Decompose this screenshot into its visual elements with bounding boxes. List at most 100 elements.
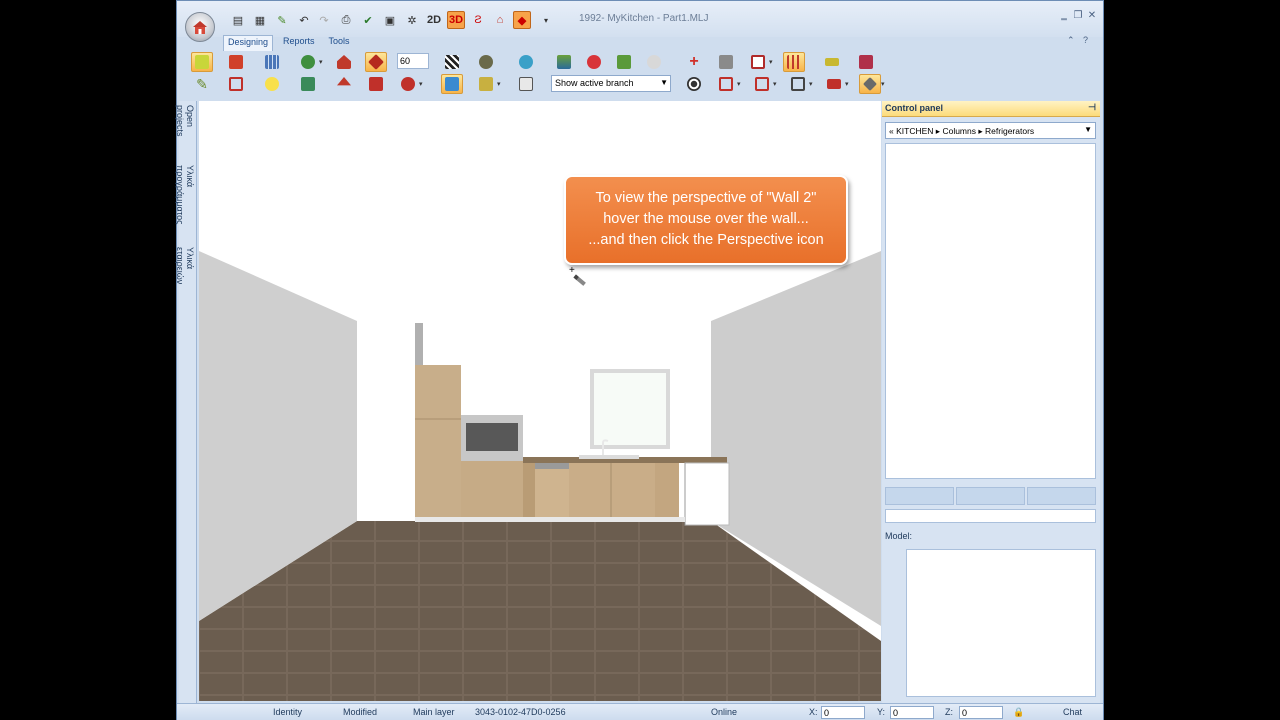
- house-icon[interactable]: ⌂: [491, 11, 509, 29]
- tall-cabinet[interactable]: [415, 365, 461, 519]
- 3d-viewport[interactable]: + To view the perspective of "Wall 2" ho…: [199, 101, 881, 701]
- perspective-quick-icon[interactable]: ◆: [513, 11, 531, 29]
- view-3d-button[interactable]: 3D: [447, 11, 465, 29]
- rail-tab-company-materials[interactable]: Υλικά εταιρειών: [175, 247, 195, 307]
- tag-dropdown-icon[interactable]: ▾: [881, 80, 885, 88]
- dimension-dropdown-icon[interactable]: ▾: [809, 80, 813, 88]
- breadcrumb-kitchen[interactable]: KITCHEN: [896, 126, 933, 136]
- refrigerator[interactable]: [684, 462, 730, 526]
- redo-icon[interactable]: ↷: [315, 11, 333, 29]
- room-tool-button[interactable]: [297, 52, 319, 72]
- new-file-icon[interactable]: ▤: [229, 11, 247, 29]
- application-menu-button[interactable]: [185, 12, 215, 42]
- layers-tool-button[interactable]: [553, 52, 575, 72]
- x-coordinate-field[interactable]: [821, 706, 865, 719]
- panel-tab-3[interactable]: [1027, 487, 1096, 505]
- search-tool-button[interactable]: [515, 52, 537, 72]
- close-icon[interactable]: ✕: [1085, 10, 1099, 21]
- panel-tab-1[interactable]: [885, 487, 954, 505]
- oven-base-cabinet[interactable]: [461, 461, 523, 519]
- perspective-button[interactable]: [365, 52, 387, 72]
- photo-tool-button[interactable]: [297, 74, 319, 94]
- print-icon[interactable]: ⎙: [337, 11, 355, 29]
- edit-file-icon[interactable]: ▦: [251, 11, 269, 29]
- restore-icon[interactable]: ❐: [1071, 10, 1085, 21]
- snap-grid-button[interactable]: [783, 52, 805, 72]
- camera-tool-button[interactable]: [441, 74, 463, 94]
- cabinet-dropdown-icon[interactable]: ▾: [497, 80, 501, 88]
- pin-icon[interactable]: ⊣: [1088, 102, 1096, 113]
- drawer-column[interactable]: [523, 463, 535, 519]
- view-2d-button[interactable]: 2D: [425, 11, 443, 29]
- tab-designing[interactable]: Designing: [223, 35, 274, 51]
- window-tool-button[interactable]: [751, 74, 773, 94]
- stairs-tool-button[interactable]: [823, 74, 845, 94]
- chevron-down-icon: ▼: [660, 78, 668, 87]
- sink-cabinet[interactable]: [569, 463, 655, 519]
- ruler-tool-button[interactable]: [821, 52, 843, 72]
- cube-tool-button[interactable]: [191, 52, 213, 72]
- tag-tool-button[interactable]: [859, 74, 881, 94]
- lock-icon[interactable]: 🔒: [1013, 707, 1024, 718]
- blocks-tool-button[interactable]: [225, 52, 247, 72]
- target-tool-button[interactable]: [683, 74, 705, 94]
- dimension-tool-button[interactable]: [787, 74, 809, 94]
- dishwasher-cabinet[interactable]: [535, 463, 569, 519]
- room-dropdown-icon[interactable]: ▾: [319, 58, 323, 66]
- rotate-dropdown-icon[interactable]: ▾: [419, 80, 423, 88]
- building-tool-button[interactable]: [715, 52, 737, 72]
- minimize-icon[interactable]: ‗: [1057, 10, 1071, 21]
- tab-tools[interactable]: Tools: [325, 35, 354, 51]
- chat-button[interactable]: Chat: [1063, 707, 1082, 717]
- house-tool-button[interactable]: [333, 52, 355, 72]
- panel-tab-2[interactable]: [956, 487, 1025, 505]
- tab-reports[interactable]: Reports: [279, 35, 319, 51]
- branch-select[interactable]: Show active branch ▼: [551, 75, 671, 92]
- window-dropdown-icon[interactable]: ▾: [773, 80, 777, 88]
- zoom-input[interactable]: [397, 53, 429, 69]
- clapper-tool-button[interactable]: [441, 52, 463, 72]
- clapperboard-icon[interactable]: ▣: [381, 11, 399, 29]
- breadcrumb-refrigerators[interactable]: Refrigerators: [985, 126, 1034, 136]
- catalog-tree[interactable]: [885, 143, 1096, 479]
- status-bar: Identity Modified Main layer 3043-0102-4…: [177, 703, 1103, 720]
- grid-tool-button[interactable]: [261, 52, 283, 72]
- door-dropdown-icon[interactable]: ▾: [737, 80, 741, 88]
- stairs-dropdown-icon[interactable]: ▾: [845, 80, 849, 88]
- draw-tool-button[interactable]: ✎: [191, 74, 213, 94]
- rail-tab-program-materials[interactable]: Υλικά προγράμματος: [175, 165, 195, 243]
- wall-tool-button[interactable]: [747, 52, 769, 72]
- box-tool-button[interactable]: [365, 74, 387, 94]
- material-tool-button[interactable]: [643, 52, 665, 72]
- customize-quick-access-icon[interactable]: ▾: [537, 11, 555, 29]
- help-icon[interactable]: ?: [1083, 35, 1088, 45]
- roof-tool-button[interactable]: [333, 74, 355, 94]
- rotate-tool-button[interactable]: [397, 74, 419, 94]
- chevron-down-icon[interactable]: ▼: [1084, 125, 1092, 134]
- add-tool-button[interactable]: +: [683, 52, 705, 72]
- wall-dropdown-icon[interactable]: ▾: [769, 58, 773, 66]
- ribbon-collapse-icon[interactable]: ⌃: [1067, 35, 1075, 46]
- light-tool-button[interactable]: [261, 74, 283, 94]
- check-film-icon[interactable]: ✔: [359, 11, 377, 29]
- frame-tool-button[interactable]: [225, 74, 247, 94]
- rail-tab-open-projects[interactable]: Open projects: [175, 105, 195, 161]
- page-tool-button[interactable]: [515, 74, 537, 94]
- render-icon[interactable]: ✲: [403, 11, 421, 29]
- breadcrumb[interactable]: « KITCHEN ▸ Columns ▸ Refrigerators ▼: [885, 122, 1096, 139]
- breadcrumb-back-icon[interactable]: «: [889, 126, 894, 136]
- settings-tool-button[interactable]: [855, 52, 877, 72]
- elevation-icon[interactable]: Ƨ: [469, 11, 487, 29]
- render-tool-button[interactable]: [475, 52, 497, 72]
- image-tool-button[interactable]: [613, 52, 635, 72]
- y-coordinate-field[interactable]: [890, 706, 934, 719]
- breadcrumb-columns[interactable]: Columns: [942, 126, 976, 136]
- pencil-icon[interactable]: ✎: [273, 11, 291, 29]
- corner-cabinet[interactable]: [655, 463, 679, 519]
- door-tool-button[interactable]: [715, 74, 737, 94]
- z-coordinate-field[interactable]: [959, 706, 1003, 719]
- cabinet-tool-button[interactable]: [475, 74, 497, 94]
- undo-icon[interactable]: ↶: [295, 11, 313, 29]
- texture-tool-button[interactable]: [583, 52, 605, 72]
- filter-field[interactable]: [885, 509, 1096, 523]
